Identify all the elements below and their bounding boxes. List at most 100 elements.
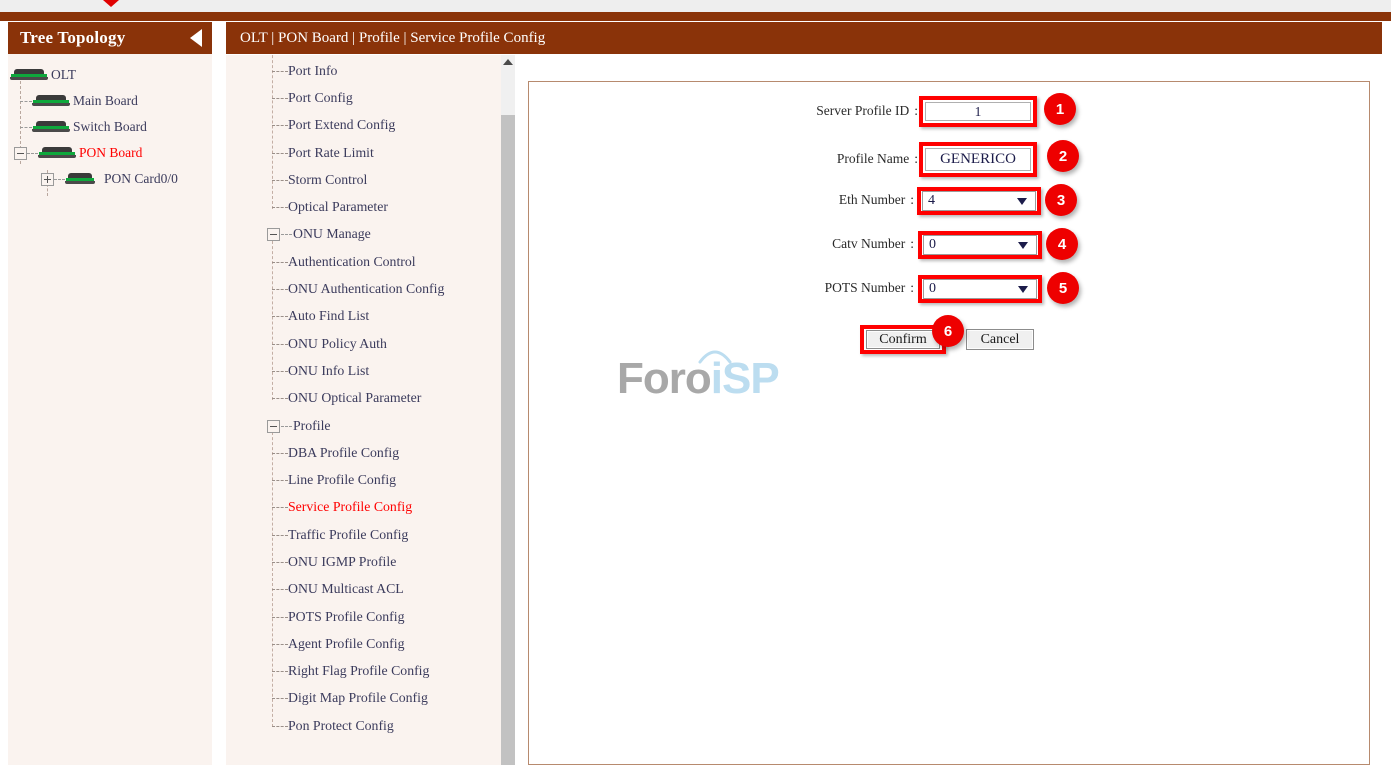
step-badge-6: 6 xyxy=(932,315,964,347)
minus-expander-icon[interactable] xyxy=(267,228,280,241)
menu-item-port-extend-config[interactable]: Port Extend Config xyxy=(226,112,511,139)
menu-connector-dash xyxy=(272,262,288,263)
menu-item-right-flag-profile-config[interactable]: Right Flag Profile Config xyxy=(226,658,511,685)
menu-item-label: ONU Multicast ACL xyxy=(226,581,404,597)
page-root: Tree Topology OLT Main Board Switch Boar… xyxy=(0,0,1391,765)
menu-item-label: Agent Profile Config xyxy=(226,636,405,652)
menu-scrollbar-thumb[interactable] xyxy=(501,115,515,765)
step-badge-3: 3 xyxy=(1045,184,1077,216)
menu-item-port-config[interactable]: Port Config xyxy=(226,84,511,111)
tree-node-olt[interactable]: OLT xyxy=(8,62,212,88)
navigation-menu-list: Port InfoPort ConfigPort Extend Config Po… xyxy=(226,55,511,739)
menu-connector-dash xyxy=(272,125,288,126)
tree-node-pon-board[interactable]: PON Board xyxy=(8,140,212,166)
menu-item-service-profile-config[interactable]: Service Profile Config xyxy=(226,494,511,521)
tree-node-pon-card[interactable]: PON Card0/0 xyxy=(8,166,212,192)
tree-node-label: OLT xyxy=(51,67,76,83)
menu-item-optical-parameter[interactable]: Optical Parameter xyxy=(226,193,511,220)
catv-number-value: 0 xyxy=(929,237,936,253)
field-row-catv-number: Catv Number : xyxy=(529,236,917,252)
field-colon: : xyxy=(910,280,914,296)
menu-connector-dash xyxy=(272,153,288,154)
menu-item-label: ONU Policy Auth xyxy=(226,336,387,352)
top-strip xyxy=(0,0,1391,12)
device-icon xyxy=(38,147,76,159)
menu-item-label: Storm Control xyxy=(226,172,367,188)
menu-connector-dash xyxy=(272,453,288,454)
menu-connector-dash xyxy=(272,535,288,536)
tree-topology-body: OLT Main Board Switch Board PON Board xyxy=(8,54,212,192)
pots-number-select[interactable]: 0 xyxy=(923,279,1037,299)
menu-connector-dash xyxy=(272,562,288,563)
menu-item-authentication-control[interactable]: Authentication Control xyxy=(226,248,511,275)
tree-node-main-board[interactable]: Main Board xyxy=(8,88,212,114)
step-badge-1: 1 xyxy=(1044,93,1076,125)
field-row-profile-name: Profile Name : xyxy=(529,151,921,167)
menu-item-label: ONU Authentication Config xyxy=(226,281,444,297)
plus-expander-icon[interactable] xyxy=(41,173,54,186)
scroll-up-arrow-icon[interactable] xyxy=(501,55,515,69)
triangle-left-icon[interactable] xyxy=(190,29,202,47)
confirm-button[interactable]: Confirm xyxy=(866,330,940,349)
menu-item-dba-profile-config[interactable]: DBA Profile Config xyxy=(226,439,511,466)
server-profile-id-input[interactable] xyxy=(925,102,1031,121)
cancel-button[interactable]: Cancel xyxy=(966,329,1034,350)
menu-connector-dash xyxy=(272,726,288,727)
menu-item-onu-multicast-acl[interactable]: ONU Multicast ACL xyxy=(226,576,511,603)
catv-number-select[interactable]: 0 xyxy=(923,235,1037,255)
menu-item-onu-igmp-profile[interactable]: ONU IGMP Profile xyxy=(226,548,511,575)
menu-item-label: Service Profile Config xyxy=(226,499,412,515)
menu-item-onu-authentication-config[interactable]: ONU Authentication Config xyxy=(226,275,511,302)
profile-name-input[interactable] xyxy=(925,148,1031,171)
menu-item-agent-profile-config[interactable]: Agent Profile Config xyxy=(226,630,511,657)
tree-node-switch-board[interactable]: Switch Board xyxy=(8,114,212,140)
menu-item-label: Pon Protect Config xyxy=(226,718,394,734)
menu-group-profile[interactable]: Profile xyxy=(226,412,511,439)
menu-item-label: ONU IGMP Profile xyxy=(226,554,396,570)
menu-item-onu-optical-parameter[interactable]: ONU Optical Parameter xyxy=(226,385,511,412)
step-badge-5: 5 xyxy=(1047,272,1079,304)
step-badge-4: 4 xyxy=(1046,228,1078,260)
field-label: Catv Number xyxy=(832,236,905,252)
menu-item-label: ONU Info List xyxy=(226,363,369,379)
menu-connector-dash xyxy=(272,589,288,590)
menu-connector-dash xyxy=(272,180,288,181)
menu-item-traffic-profile-config[interactable]: Traffic Profile Config xyxy=(226,521,511,548)
wifi-arc-icon xyxy=(698,345,732,365)
minus-expander-icon[interactable] xyxy=(14,147,27,160)
menu-group-label: ONU Manage xyxy=(226,226,371,242)
menu-connector-dash xyxy=(272,398,288,399)
chevron-down-icon xyxy=(1017,198,1027,205)
breadcrumb: OLT | PON Board | Profile | Service Prof… xyxy=(226,22,1382,54)
menu-item-storm-control[interactable]: Storm Control xyxy=(226,166,511,193)
minus-expander-icon[interactable] xyxy=(267,420,280,433)
menu-connector-dash xyxy=(272,480,288,481)
menu-item-label: Port Rate Limit xyxy=(226,145,374,161)
menu-scrollbar[interactable] xyxy=(501,55,515,765)
eth-number-select[interactable]: 4 xyxy=(922,191,1036,211)
menu-item-auto-find-list[interactable]: Auto Find List xyxy=(226,303,511,330)
menu-item-label: Authentication Control xyxy=(226,254,416,270)
menu-item-port-info[interactable]: Port Info xyxy=(226,57,511,84)
device-icon xyxy=(32,95,70,107)
watermark-text-foro: Foro xyxy=(617,354,711,403)
chevron-down-icon xyxy=(1018,242,1028,249)
menu-item-onu-policy-auth[interactable]: ONU Policy Auth xyxy=(226,330,511,357)
menu-connector-dash xyxy=(272,207,288,208)
menu-item-digit-map-profile-config[interactable]: Digit Map Profile Config xyxy=(226,685,511,712)
field-colon: : xyxy=(914,151,918,167)
menu-connector-dash xyxy=(272,289,288,290)
menu-item-pots-profile-config[interactable]: POTS Profile Config xyxy=(226,603,511,630)
field-colon: : xyxy=(910,192,914,208)
field-colon: : xyxy=(914,103,918,119)
device-icon xyxy=(10,69,48,81)
menu-group-onu-manage[interactable]: ONU Manage xyxy=(226,221,511,248)
menu-item-pon-protect-config[interactable]: Pon Protect Config xyxy=(226,712,511,739)
menu-connector-dash xyxy=(272,671,288,672)
menu-item-line-profile-config[interactable]: Line Profile Config xyxy=(226,466,511,493)
menu-item-onu-info-list[interactable]: ONU Info List xyxy=(226,357,511,384)
menu-item-port-rate-limit[interactable]: Port Rate Limit xyxy=(226,139,511,166)
pots-number-value: 0 xyxy=(929,281,936,297)
tree-topology-header: Tree Topology xyxy=(8,22,212,54)
field-colon: : xyxy=(910,236,914,252)
